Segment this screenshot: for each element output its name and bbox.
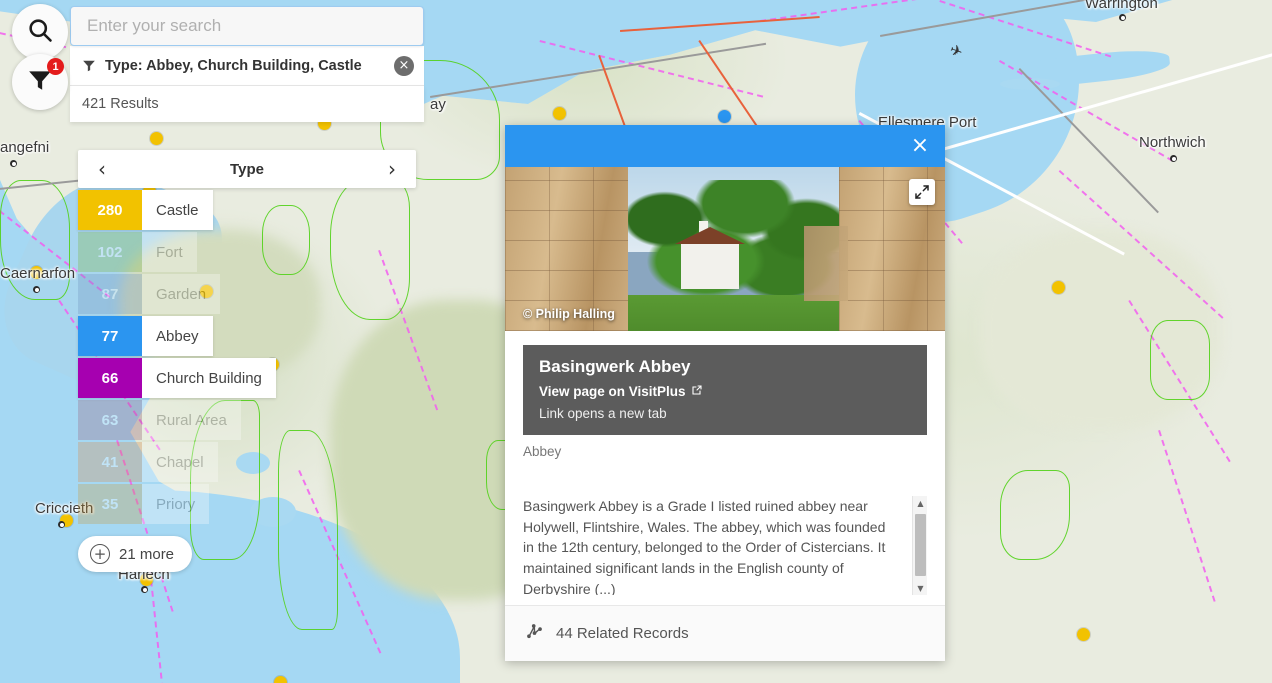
record-body: Basingwerk Abbey View page on VisitPlus …	[505, 331, 945, 605]
funnel-icon	[82, 59, 96, 73]
search-icon	[26, 16, 54, 49]
map-protected-area	[1000, 470, 1070, 560]
scrollbar-thumb[interactable]	[915, 514, 926, 576]
map-city-dot	[10, 160, 17, 167]
facet-label: Church Building	[142, 358, 276, 398]
facet-label: Rural Area	[142, 400, 241, 440]
external-link[interactable]: View page on VisitPlus	[539, 384, 703, 399]
facet-count: 66	[78, 358, 142, 398]
card-title-bar: ×	[505, 125, 945, 167]
facet-count: 35	[78, 484, 142, 524]
map-city-dot	[58, 521, 65, 528]
facet-label: Priory	[142, 484, 210, 524]
facet-row[interactable]: 102 Fort	[78, 232, 197, 272]
facet-row[interactable]: 280 Castle	[78, 190, 213, 230]
facet-row[interactable]: 63 Rural Area	[78, 400, 241, 440]
record-detail-card: × © Philip Halling Basingwerk Abbey View…	[505, 125, 945, 661]
external-link-note: Link opens a new tab	[539, 406, 667, 421]
map-marker[interactable]	[1052, 281, 1065, 294]
facet-count: 77	[78, 316, 142, 356]
map-protected-area	[1150, 320, 1210, 400]
map-marker[interactable]	[1077, 628, 1090, 641]
external-link-label: View page on VisitPlus	[539, 384, 686, 399]
search-input[interactable]	[70, 6, 424, 46]
search-button[interactable]	[12, 4, 68, 60]
facet-count: 87	[78, 274, 142, 314]
facet-label: Chapel	[142, 442, 218, 482]
facet-prev-button[interactable]: ‹	[92, 157, 112, 181]
record-description: Basingwerk Abbey is a Grade I listed rui…	[523, 496, 927, 595]
facet-panel: ‹ Type › 280 Castle 102 Fort 87 Garden 77 Abbey…	[78, 150, 416, 572]
description-paragraph: Basingwerk Abbey is a Grade I listed rui…	[523, 498, 886, 595]
related-records-button[interactable]: 44 Related Records	[505, 605, 945, 661]
search-panel: Type: Abbey, Church Building, Castle × 4…	[70, 6, 424, 122]
expand-icon[interactable]	[909, 179, 935, 205]
scroll-up-icon[interactable]: ▲	[913, 496, 927, 510]
description-scrollbar[interactable]: ▲ ▼	[912, 496, 927, 595]
map-city-dot	[141, 586, 148, 593]
facet-row[interactable]: 35 Priory	[78, 484, 210, 524]
results-count: 421 Results	[70, 86, 424, 122]
facet-row[interactable]: 77 Abbey	[78, 316, 213, 356]
facet-count: 280	[78, 190, 142, 230]
network-icon	[525, 622, 544, 646]
related-records-label: 44 Related Records	[556, 625, 689, 642]
map-city-dot	[1170, 155, 1177, 162]
map-protected-area	[0, 180, 70, 300]
facet-label: Castle	[142, 190, 213, 230]
map-place-label: angefni	[0, 139, 50, 156]
facet-count: 63	[78, 400, 142, 440]
map-city-dot	[33, 286, 40, 293]
map-marker[interactable]	[553, 107, 566, 120]
map-explorer-app: ✈ angefni Caernarfon Criccieth Harlech ay Ell…	[0, 0, 1272, 683]
plus-icon: +	[90, 544, 110, 564]
map-marker-selected[interactable]	[718, 110, 731, 123]
photo-house	[675, 226, 745, 289]
record-type-label: Abbey	[523, 444, 562, 459]
record-title-block: Basingwerk Abbey View page on VisitPlus …	[523, 345, 927, 435]
record-photo: © Philip Halling	[505, 167, 945, 331]
facet-label: Garden	[142, 274, 221, 314]
map-city-dot	[1119, 14, 1126, 21]
map-place-label: ay	[430, 96, 446, 113]
facet-row[interactable]: 87 Garden	[78, 274, 221, 314]
map-place-label: Caernarfon	[0, 265, 76, 282]
map-place-label: Northwich	[1139, 134, 1206, 151]
facet-count: 41	[78, 442, 142, 482]
filter-count-badge: 1	[47, 58, 64, 75]
map-road-trunk	[620, 16, 820, 32]
record-description-area: Basingwerk Abbey is a Grade I listed rui…	[523, 496, 927, 595]
external-link-icon	[691, 384, 703, 399]
facet-count: 102	[78, 232, 142, 272]
page-title: Basingwerk Abbey	[539, 357, 691, 376]
facet-label: Abbey	[142, 316, 213, 356]
filter-button[interactable]: 1	[12, 54, 68, 110]
scroll-down-icon[interactable]: ▼	[913, 581, 927, 595]
facet-next-button[interactable]: ›	[382, 157, 402, 181]
facet-row[interactable]: 66 Church Building	[78, 358, 276, 398]
active-filter-label: Type: Abbey, Church Building, Castle	[105, 57, 362, 74]
show-more-facets-button[interactable]: + 21 more	[78, 536, 193, 572]
photo-ruin-rubble	[804, 226, 849, 302]
facet-label: Fort	[142, 232, 197, 272]
facet-list: 280 Castle 102 Fort 87 Garden 77 Abbey 66 Church …	[78, 190, 416, 524]
map-marker[interactable]	[274, 676, 287, 683]
show-more-label: 21 more	[119, 545, 175, 563]
photo-credit: © Philip Halling	[523, 307, 615, 321]
map-tool-rail: 1	[12, 4, 68, 110]
map-marker[interactable]	[150, 132, 163, 145]
close-icon[interactable]: ×	[907, 133, 933, 159]
remove-filter-button[interactable]: ×	[394, 55, 414, 76]
facet-header: ‹ Type ›	[78, 150, 416, 188]
map-place-label: Warrington	[1085, 0, 1158, 12]
facet-title: Type	[230, 160, 264, 178]
active-filter-chip[interactable]: Type: Abbey, Church Building, Castle ×	[70, 46, 424, 86]
facet-row[interactable]: 41 Chapel	[78, 442, 218, 482]
